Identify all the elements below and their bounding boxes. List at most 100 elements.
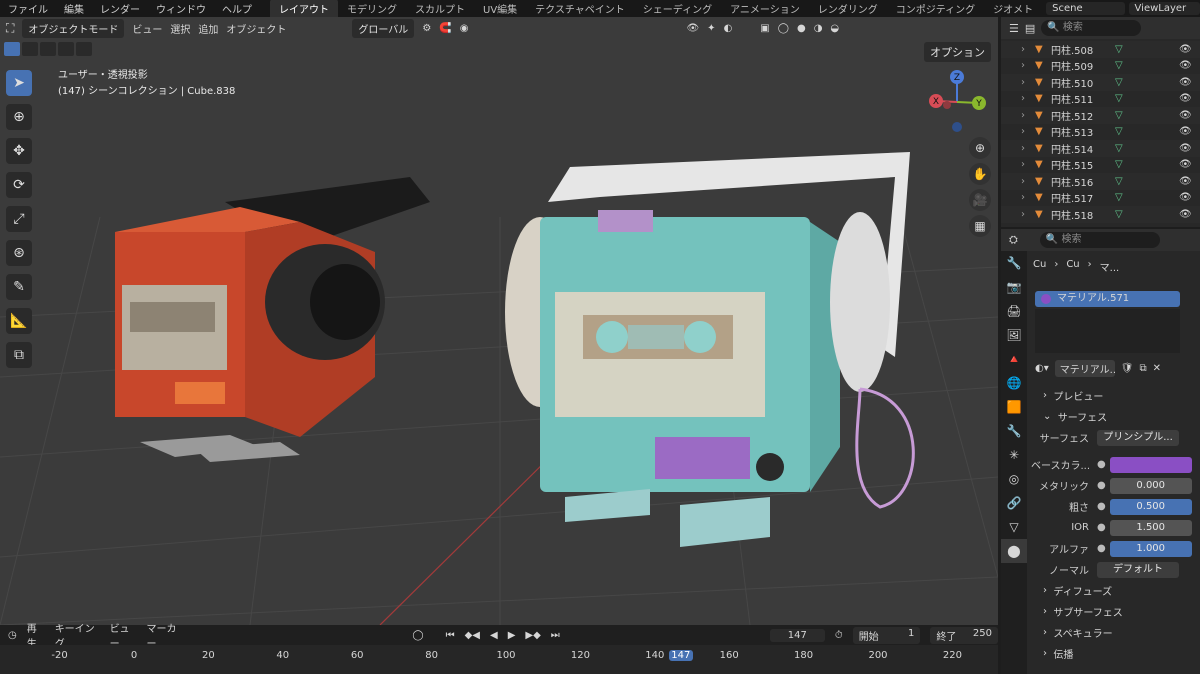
cursor-tool-icon[interactable]: ⊕ <box>6 104 32 130</box>
stopwatch-icon[interactable]: ⏱ <box>835 630 843 641</box>
section-diffuse[interactable]: › ディフューズ <box>1031 580 1200 601</box>
constraints-tab-icon[interactable]: 🔗 <box>1001 491 1027 515</box>
move-tool-icon[interactable]: ✥ <box>6 138 32 164</box>
xray-icon[interactable]: ▣ <box>760 23 769 34</box>
tab-compositing[interactable]: コンポジティング <box>887 0 984 18</box>
end-frame-field[interactable]: 終了 250 <box>930 626 998 644</box>
prev-key-icon[interactable]: ◆◀ <box>465 630 480 641</box>
shader-input-field[interactable]: 0.500 <box>1109 498 1192 515</box>
expand-arrow-icon[interactable]: › <box>1021 110 1035 121</box>
scale-tool-icon[interactable]: ⤢ <box>6 206 32 232</box>
outliner-item[interactable]: › ▼ 円柱.508 ▽ 👁 <box>1001 41 1200 58</box>
outliner-item[interactable]: › ▼ 円柱.509 ▽ 👁 <box>1001 58 1200 75</box>
surface-shader-field[interactable]: プリンシプル... <box>1097 429 1179 446</box>
tab-geometry[interactable]: ジオメト <box>984 0 1042 18</box>
menu-render[interactable]: レンダー <box>92 1 148 16</box>
jump-end-icon[interactable]: ⏭ <box>551 630 560 641</box>
breadcrumb-material[interactable]: マ... <box>1100 259 1120 274</box>
tab-sculpt[interactable]: スカルプト <box>406 0 474 18</box>
eye-icon[interactable]: 👁 <box>1179 93 1192 104</box>
menu-file[interactable]: ファイル <box>0 1 56 16</box>
outliner-item[interactable]: › ▼ 円柱.513 ▽ 👁 <box>1001 124 1200 141</box>
world-tab-icon[interactable]: 🌐 <box>1001 371 1027 395</box>
play-icon[interactable]: ▶ <box>508 630 516 641</box>
normal-field[interactable]: デフォルト <box>1097 561 1179 578</box>
proportional-edit-icon[interactable]: ◉ <box>460 23 469 34</box>
render-tab-icon[interactable]: 📷 <box>1001 275 1027 299</box>
outliner-item[interactable]: › ▼ 円柱.515 ▽ 👁 <box>1001 157 1200 174</box>
outliner-item[interactable]: › ▼ 円柱.512 ▽ 👁 <box>1001 107 1200 124</box>
eye-icon[interactable]: 👁 <box>1179 77 1192 88</box>
zoom-icon[interactable]: ⊕ <box>969 137 991 159</box>
overlay-icon[interactable]: ◐ <box>724 23 733 34</box>
select-subtract-icon[interactable] <box>40 42 56 56</box>
section-subsurface[interactable]: › サブサーフェス <box>1031 601 1200 622</box>
section-transmission[interactable]: › 伝播 <box>1031 643 1200 664</box>
scene-selector[interactable]: Scene <box>1046 2 1125 15</box>
output-tab-icon[interactable]: 🖨 <box>1001 299 1027 323</box>
expand-arrow-icon[interactable]: › <box>1021 192 1035 203</box>
eye-icon[interactable]: 👁 <box>1179 126 1192 137</box>
section-preview[interactable]: › プレビュー <box>1031 385 1200 406</box>
record-icon[interactable]: ◯ <box>412 630 423 641</box>
expand-arrow-icon[interactable]: › <box>1021 209 1035 220</box>
measure-tool-icon[interactable]: 📐 <box>6 308 32 334</box>
start-frame-field[interactable]: 開始 1 <box>852 626 921 644</box>
eye-icon[interactable]: 👁 <box>1179 192 1192 203</box>
select-tool-icon[interactable]: ➤ <box>6 70 32 96</box>
rotate-tool-icon[interactable]: ⟳ <box>6 172 32 198</box>
properties-search[interactable]: 🔍 検索 <box>1039 232 1160 248</box>
expand-arrow-icon[interactable]: › <box>1021 126 1035 137</box>
tab-rendering[interactable]: レンダリング <box>809 0 887 18</box>
tab-layout[interactable]: レイアウト <box>270 0 338 18</box>
select-extend-icon[interactable] <box>22 42 38 56</box>
playhead[interactable]: 147 <box>668 650 693 661</box>
navigation-gizmo[interactable]: Z Y X <box>924 65 994 135</box>
gizmo-toggle-icon[interactable]: ✦ <box>707 23 715 34</box>
section-surface[interactable]: ⌄ サーフェス <box>1031 406 1200 427</box>
shader-input-field[interactable]: 1.500 <box>1109 519 1192 536</box>
scene-tab-icon[interactable]: 🔺 <box>1001 347 1027 371</box>
expand-arrow-icon[interactable]: › <box>1021 93 1035 104</box>
material-name-field[interactable]: マテリアル.... <box>1054 359 1115 377</box>
tab-uv-editing[interactable]: UV編集 <box>474 0 526 18</box>
outliner-search[interactable]: 🔍 検索 <box>1041 20 1142 36</box>
shader-input-field[interactable]: 0.000 <box>1109 477 1192 494</box>
shader-input-field[interactable]: 1.000 <box>1109 540 1192 557</box>
shader-input-field[interactable] <box>1109 456 1192 473</box>
breadcrumb-object[interactable]: Cu <box>1033 259 1046 274</box>
eye-icon[interactable]: 👁 <box>1179 110 1192 121</box>
shading-material-icon[interactable]: ◑ <box>814 23 823 34</box>
jump-start-icon[interactable]: ⏮ <box>446 630 455 641</box>
outliner-item[interactable]: › ▼ 円柱.511 ▽ 👁 <box>1001 91 1200 108</box>
menu-select[interactable]: 選択 <box>170 21 190 36</box>
outliner-type-icon[interactable]: ☰ <box>1009 22 1019 35</box>
view-layer-selector[interactable]: ViewLayer <box>1128 2 1200 15</box>
breadcrumb-mesh[interactable]: Cu <box>1066 259 1079 274</box>
eye-icon[interactable]: 👁 <box>1179 143 1192 154</box>
modifier-tab-icon[interactable]: 🔧 <box>1001 419 1027 443</box>
expand-arrow-icon[interactable]: › <box>1021 60 1035 71</box>
object-tab-icon[interactable]: 🟧 <box>1001 395 1027 419</box>
expand-arrow-icon[interactable]: › <box>1021 77 1035 88</box>
material-browse-icon[interactable]: ◐▾ <box>1035 363 1049 374</box>
tab-modeling[interactable]: モデリング <box>338 0 406 18</box>
editor-type-icon[interactable]: ⛶ <box>6 21 14 36</box>
physics-tab-icon[interactable]: ◎ <box>1001 467 1027 491</box>
menu-object[interactable]: オブジェクト <box>226 21 286 36</box>
tab-shading[interactable]: シェーディング <box>634 0 721 18</box>
snap-icon[interactable]: 🧲 <box>439 23 451 34</box>
expand-arrow-icon[interactable]: › <box>1021 143 1035 154</box>
current-frame-field[interactable]: 147 <box>769 628 825 642</box>
grid-view-icon[interactable]: ▦ <box>969 215 991 237</box>
select-invert-icon[interactable] <box>58 42 74 56</box>
data-tab-icon[interactable]: ▽ <box>1001 515 1027 539</box>
add-cube-tool-icon[interactable]: ⧉ <box>6 342 32 368</box>
material-tab-icon[interactable]: ⬤ <box>1001 539 1027 563</box>
shading-rendered-icon[interactable]: ◒ <box>830 23 839 34</box>
properties-type-icon[interactable]: ⛭ <box>1009 233 1018 247</box>
play-reverse-icon[interactable]: ◀ <box>490 630 498 641</box>
shading-solid-icon[interactable]: ● <box>797 23 806 34</box>
fake-user-icon[interactable]: 🛡 <box>1121 363 1134 374</box>
expand-arrow-icon[interactable]: › <box>1021 176 1035 187</box>
